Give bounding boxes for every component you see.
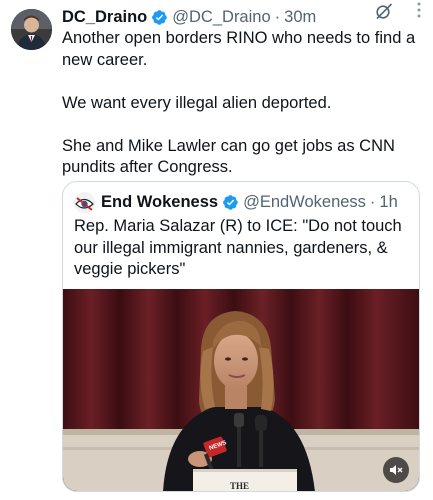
quoted-tweet-text: Rep. Maria Salazar (R) to ICE: "Do not t… <box>74 217 402 278</box>
tweet-timestamp[interactable]: 30m <box>284 8 316 27</box>
tweet-line: We want every illegal alien deported. <box>62 93 332 112</box>
mute-toggle-button[interactable] <box>383 457 409 483</box>
quoted-author-name[interactable]: End Wokeness <box>101 193 218 212</box>
tweet-line: Another open borders RINO who needs to f… <box>62 29 416 69</box>
separator-dot: · <box>369 193 376 211</box>
author-handle[interactable]: @DC_Draino <box>172 8 270 27</box>
author-avatar[interactable] <box>11 9 52 50</box>
quoted-tweet-video[interactable]: NEWS THE <box>63 289 419 491</box>
more-options-icon[interactable] <box>417 2 421 22</box>
muted-speaker-icon <box>390 465 403 475</box>
verified-badge-icon <box>222 194 239 211</box>
quoted-tweet-timestamp[interactable]: 1h <box>379 193 397 212</box>
quoted-author-handle[interactable]: @EndWokeness <box>243 193 366 212</box>
tweet-header: DC_Draino @DC_Draino · 30m <box>62 6 425 28</box>
tweet-line: She and Mike Lawler can go get jobs as C… <box>62 136 395 177</box>
quoted-author-avatar[interactable] <box>74 192 95 213</box>
verified-badge-icon <box>151 9 168 26</box>
avatar-image <box>11 9 52 50</box>
tweet-text: Another open borders RINO who needs to f… <box>62 28 424 179</box>
podium-text: THE <box>230 481 250 491</box>
video-frame <box>63 289 419 491</box>
quoted-tweet-card[interactable]: End Wokeness @EndWokeness · 1h Rep. Mari… <box>62 181 420 492</box>
grok-icon[interactable] <box>375 2 393 20</box>
separator-dot: · <box>274 7 281 26</box>
quoted-tweet-header: End Wokeness @EndWokeness · 1h <box>74 192 411 213</box>
author-name[interactable]: DC_Draino <box>62 8 147 27</box>
